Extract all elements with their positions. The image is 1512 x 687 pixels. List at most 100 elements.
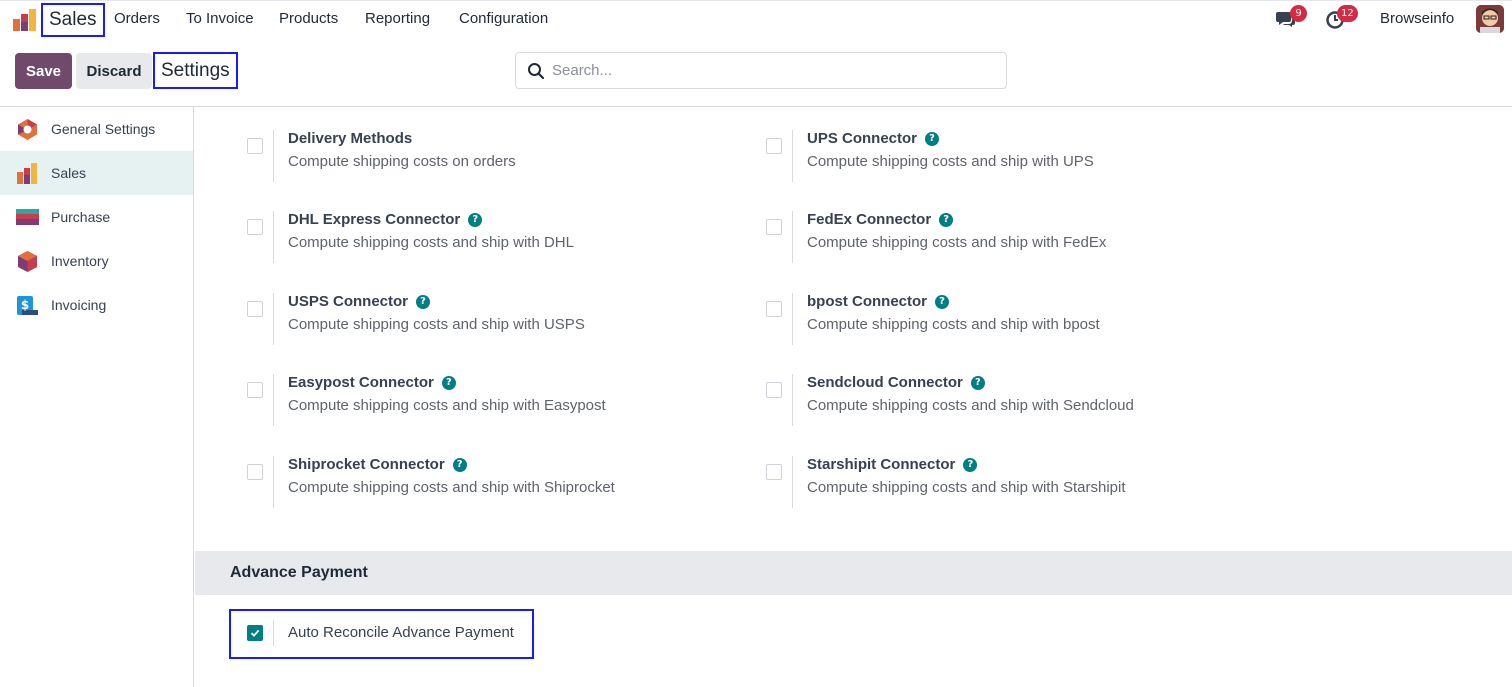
menu-reporting[interactable]: Reporting — [365, 10, 430, 27]
search-input[interactable] — [552, 62, 992, 79]
setting-title: Easypost Connector? — [288, 374, 456, 391]
setting-divider — [273, 620, 274, 646]
search-icon — [528, 62, 545, 79]
svg-text:$: $ — [21, 298, 29, 312]
menu-configuration[interactable]: Configuration — [459, 10, 548, 27]
setting-divider — [792, 456, 793, 508]
setting-divider — [273, 211, 274, 263]
sidebar-item-inventory[interactable]: Inventory — [0, 239, 193, 283]
help-icon[interactable]: ? — [452, 457, 467, 472]
menu-to-invoice[interactable]: To Invoice — [186, 10, 254, 27]
chat-count-badge: 9 — [1290, 5, 1307, 22]
setting-description: Compute shipping costs and ship with bpo… — [807, 316, 1100, 333]
sidebar-label: Sales — [51, 165, 87, 181]
setting-title-text: Sendcloud Connector — [807, 374, 963, 391]
setting-title: UPS Connector? — [807, 130, 940, 147]
setting-title-text: FedEx Connector — [807, 211, 932, 228]
menu-orders[interactable]: Orders — [114, 10, 160, 27]
setting-title: FedEx Connector? — [807, 211, 954, 228]
setting-description: Compute shipping costs and ship with USP… — [288, 316, 585, 333]
sidebar-item-invoicing[interactable]: $ Invoicing — [0, 283, 193, 327]
sidebar-label: General Settings — [51, 121, 156, 137]
setting-divider — [792, 293, 793, 345]
sidebar-item-sales[interactable]: Sales — [0, 151, 193, 195]
setting-description: Compute shipping costs and ship with Eas… — [288, 397, 606, 414]
sidebar-label: Inventory — [51, 253, 109, 269]
activity-count-badge: 12 — [1337, 5, 1358, 22]
breadcrumb-settings: Settings — [153, 52, 238, 89]
help-icon[interactable]: ? — [468, 212, 483, 227]
sidebar-label: Purchase — [51, 209, 111, 225]
setting-divider — [273, 374, 274, 426]
shiprocket-connector-checkbox[interactable] — [247, 464, 263, 480]
setting-divider — [792, 374, 793, 426]
help-icon[interactable]: ? — [939, 212, 954, 227]
setting-description: Compute shipping costs and ship with Fed… — [807, 234, 1107, 251]
setting-description: Compute shipping costs and ship with Sen… — [807, 397, 1134, 414]
section-title: Advance Payment — [230, 564, 368, 581]
help-icon[interactable]: ? — [416, 294, 431, 309]
invoicing-icon: $ — [17, 296, 38, 315]
check-icon — [250, 629, 260, 637]
delivery-methods-checkbox[interactable] — [247, 138, 263, 154]
setting-title-text: Easypost Connector — [288, 374, 434, 391]
setting-description: Compute shipping costs and ship with Shi… — [288, 479, 615, 496]
menu-products[interactable]: Products — [279, 10, 338, 27]
easypost-connector-checkbox[interactable] — [247, 382, 263, 398]
sidebar-item-purchase[interactable]: Purchase — [0, 195, 193, 239]
sales-icon — [17, 163, 37, 184]
setting-title-text: DHL Express Connector — [288, 211, 461, 228]
sidebar-item-general-settings[interactable]: General Settings — [0, 107, 193, 151]
setting-description: Compute shipping costs and ship with UPS — [807, 153, 1094, 170]
search-bar[interactable] — [515, 52, 1007, 89]
help-icon[interactable]: ? — [935, 294, 949, 309]
starshipit-connector-checkbox[interactable] — [766, 464, 782, 480]
sales-app-icon[interactable] — [12, 8, 38, 32]
sidebar-label: Invoicing — [51, 297, 107, 313]
help-icon[interactable]: ? — [963, 457, 978, 472]
ups-connector-checkbox[interactable] — [766, 138, 782, 154]
setting-easypost-connector: Easypost Connector? Compute shipping cost… — [247, 374, 727, 434]
top-navbar: Sales Orders To Invoice Products Reporti… — [0, 0, 1512, 37]
setting-description: Compute shipping costs on orders — [288, 153, 516, 170]
setting-description: Compute shipping costs and ship with DHL — [288, 234, 574, 251]
help-icon[interactable]: ? — [441, 375, 456, 390]
auto-reconcile-checkbox[interactable] — [247, 625, 263, 641]
inventory-icon — [18, 251, 37, 272]
setting-divider — [273, 456, 274, 508]
setting-description: Compute shipping costs and ship with Sta… — [807, 479, 1126, 496]
setting-title-text: bpost Connector — [807, 293, 927, 310]
setting-starshipit-connector: Starshipit Connector? Compute shipping co… — [766, 456, 1246, 516]
app-name[interactable]: Sales — [41, 3, 105, 37]
save-button[interactable]: Save — [15, 53, 72, 89]
section-header-advance-payment: Advance Payment — [195, 551, 1512, 595]
discard-button[interactable]: Discard — [76, 53, 152, 89]
user-avatar[interactable] — [1476, 5, 1504, 33]
setting-title-text: Delivery Methods — [288, 130, 413, 147]
help-icon[interactable]: ? — [925, 131, 940, 146]
settings-sidebar: General Settings Sales Purchase Inventor… — [0, 107, 194, 687]
bpost-connector-checkbox[interactable] — [766, 301, 782, 317]
help-icon[interactable]: ? — [970, 375, 985, 390]
setting-sendcloud-connector: Sendcloud Connector? Compute shipping cos… — [766, 374, 1246, 434]
setting-title: Shiprocket Connector? — [288, 456, 467, 473]
auto-reconcile-label[interactable]: Auto Reconcile Advance Payment — [288, 624, 514, 641]
usps-connector-checkbox[interactable] — [247, 301, 263, 317]
setting-title: Starshipit Connector? — [807, 456, 978, 473]
setting-usps-connector: USPS Connector? Compute shipping costs an… — [247, 293, 727, 353]
setting-divider — [792, 130, 793, 182]
setting-title-text: UPS Connector — [807, 130, 918, 147]
setting-ups-connector: UPS Connector? Compute shipping costs and… — [766, 130, 1246, 190]
user-name[interactable]: Browseinfo — [1380, 10, 1454, 27]
sendcloud-connector-checkbox[interactable] — [766, 382, 782, 398]
setting-bpost-connector: bpost Connector? Compute shipping costs a… — [766, 293, 1246, 353]
fedex-connector-checkbox[interactable] — [766, 219, 782, 235]
settings-content: Delivery Methods Compute shipping costs o… — [195, 107, 1512, 687]
setting-title-text: Shiprocket Connector — [288, 456, 445, 473]
general-settings-icon — [18, 119, 37, 140]
setting-title: Delivery Methods — [288, 130, 412, 147]
purchase-icon — [16, 209, 39, 225]
dhl-express-connector-checkbox[interactable] — [247, 219, 263, 235]
setting-dhl-express-connector: DHL Express Connector? Compute shipping c… — [247, 211, 727, 271]
setting-delivery-methods: Delivery Methods Compute shipping costs o… — [247, 130, 727, 190]
